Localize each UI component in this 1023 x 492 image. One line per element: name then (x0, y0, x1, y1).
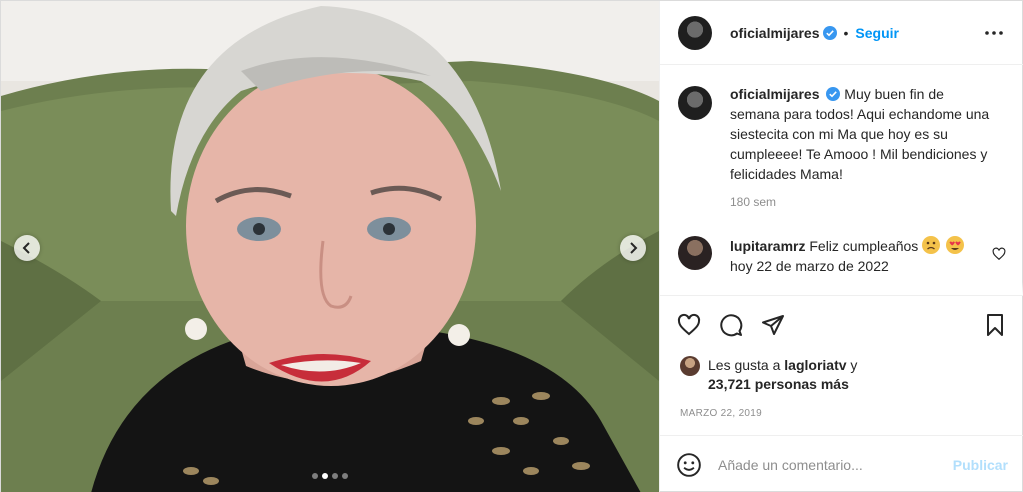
carousel-dot (342, 473, 348, 479)
chevron-right-icon (630, 242, 638, 254)
comments-list[interactable]: oficialmijares Muy buen fin de semana pa… (660, 66, 1023, 296)
comment-button[interactable] (718, 312, 744, 338)
carousel-dots (1, 473, 659, 479)
avatar[interactable] (680, 356, 700, 376)
avatar[interactable] (678, 15, 712, 50)
post-header: oficialmijares • Seguir (660, 1, 1023, 65)
caption-time[interactable]: 180 sem (730, 192, 992, 212)
separator-dot: • (843, 24, 849, 41)
post-actions: Les gusta a lagloriatv y 23,721 personas… (660, 295, 1023, 419)
heart-icon (677, 313, 701, 336)
emoji-smile-icon[interactable] (676, 452, 702, 478)
paper-plane-icon (762, 315, 784, 335)
comment-text: Feliz cumpleaños (809, 238, 919, 254)
likes-count[interactable]: 23,721 personas más (708, 376, 849, 392)
like-button[interactable] (676, 312, 702, 338)
more-dots-icon (985, 30, 1003, 35)
caption-body: oficialmijares Muy buen fin de semana pa… (730, 84, 992, 212)
comment-username[interactable]: lupitaramrz (730, 238, 805, 254)
photo-image (1, 1, 659, 492)
carousel-dot (312, 473, 318, 479)
post-date[interactable]: MARZO 22, 2019 (676, 408, 1008, 419)
caption-username[interactable]: oficialmijares (730, 86, 820, 102)
save-button[interactable] (982, 312, 1008, 338)
comment-input[interactable] (718, 456, 953, 473)
likes-conj: y (850, 357, 858, 373)
post-dialog: oficialmijares • Seguir oficialmijares M… (0, 0, 1023, 492)
likes-text: Les gusta a lagloriatv y 23,721 personas… (708, 356, 857, 394)
carousel-next-button[interactable] (620, 235, 646, 261)
post-photo[interactable] (1, 1, 659, 492)
comment-text-line2: hoy 22 de marzo de 2022 (730, 258, 889, 274)
bookmark-icon (987, 314, 1003, 336)
heart-eyes-emoji-icon (946, 236, 965, 254)
likes-summary: Les gusta a lagloriatv y 23,721 personas… (676, 356, 1008, 394)
likes-prefix: Les gusta a (708, 357, 781, 373)
verified-badge-icon (826, 87, 841, 101)
chevron-left-icon (22, 242, 30, 254)
like-comment-heart-icon[interactable] (992, 247, 1006, 261)
follow-button[interactable]: Seguir (855, 25, 899, 41)
more-options-button[interactable] (982, 21, 1006, 45)
verified-badge-icon (822, 25, 837, 40)
action-bar (676, 296, 1008, 354)
scroll-fade (660, 282, 1023, 296)
post-username[interactable]: oficialmijares (730, 25, 820, 41)
avatar[interactable] (678, 86, 712, 120)
comment-bubble-icon (720, 314, 743, 337)
caption: oficialmijares Muy buen fin de semana pa… (678, 84, 1006, 212)
post-sidebar: oficialmijares • Seguir oficialmijares M… (659, 1, 1023, 492)
avatar[interactable] (678, 236, 712, 270)
share-button[interactable] (760, 312, 786, 338)
comment-item: lupitaramrz Feliz cumpleaños hoy 22 de m… (678, 236, 1006, 276)
sad-face-emoji-icon (922, 236, 941, 254)
publish-button[interactable]: Publicar (953, 457, 1008, 473)
carousel-prev-button[interactable] (14, 235, 40, 261)
add-comment-bar: Publicar (660, 435, 1023, 492)
comment-body: lupitaramrz Feliz cumpleaños hoy 22 de m… (730, 236, 992, 276)
carousel-dot-active (322, 473, 328, 479)
carousel-dot (332, 473, 338, 479)
likes-user[interactable]: lagloriatv (784, 357, 846, 373)
